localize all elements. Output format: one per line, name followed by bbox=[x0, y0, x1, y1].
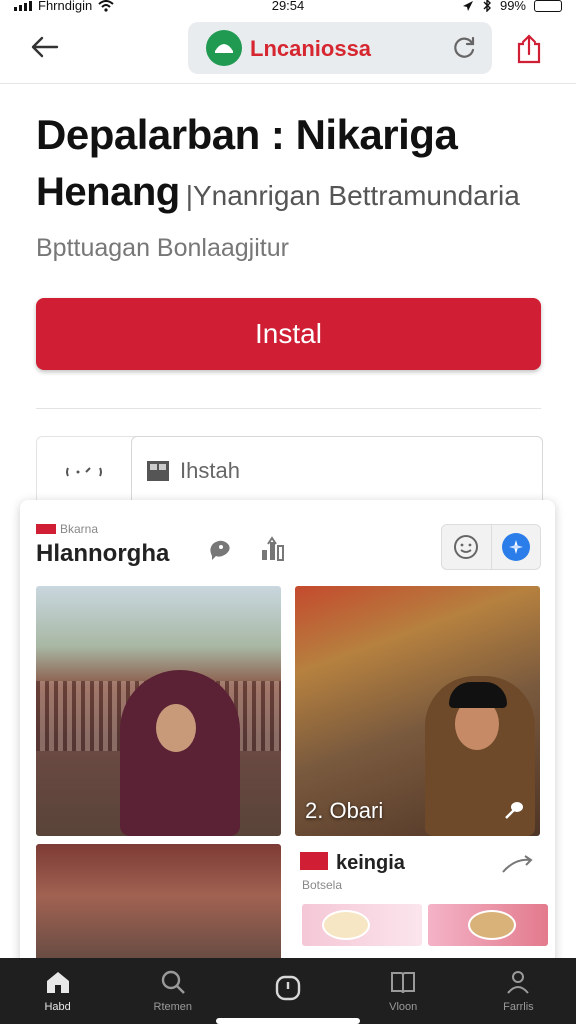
subtitle-side: |Ynanrigan Bettramundaria bbox=[185, 180, 520, 211]
share-icon bbox=[517, 34, 541, 64]
battery-percent: 99% bbox=[499, 0, 526, 13]
card-actions bbox=[206, 534, 288, 564]
photo-tile-market[interactable]: 2. Obari bbox=[295, 586, 540, 836]
address-bar[interactable]: Lncaniossa bbox=[188, 22, 492, 74]
tile-caption: 2. Obari bbox=[305, 798, 384, 823]
flag-icon bbox=[36, 524, 56, 534]
location-icon bbox=[462, 0, 473, 11]
browser-nav-row: Lncaniossa bbox=[0, 14, 576, 84]
person-figure bbox=[120, 670, 240, 836]
subtitle-row: Henang |Ynanrigan Bettramundaria bbox=[36, 170, 520, 215]
sub-card-flag-icon bbox=[300, 852, 328, 870]
comment-icon[interactable] bbox=[206, 534, 236, 564]
compass-icon bbox=[501, 533, 530, 561]
smiley-icon bbox=[454, 535, 479, 559]
card-category: Bkarna bbox=[36, 522, 98, 536]
trend-arrow-icon[interactable] bbox=[501, 854, 533, 876]
sub-card-title: keingia bbox=[336, 852, 405, 874]
tab-search[interactable]: Rtemen bbox=[115, 958, 230, 1024]
tab-profile[interactable]: Farrlis bbox=[461, 958, 576, 1024]
card-category-label: Bkarna bbox=[60, 522, 99, 536]
tab-label: Vloon bbox=[389, 1001, 418, 1013]
emoji-button[interactable] bbox=[442, 525, 491, 569]
tab-book[interactable]: Vloon bbox=[346, 958, 461, 1024]
card-title: Hlannorgha bbox=[36, 540, 170, 567]
battery-icon bbox=[534, 0, 562, 12]
tagline: Bpttuagan Bonlaagjitur bbox=[36, 234, 289, 262]
food-image-2[interactable] bbox=[428, 904, 548, 946]
compass-button[interactable] bbox=[490, 525, 541, 569]
tab-home[interactable]: Habd bbox=[0, 958, 115, 1024]
address-text: Lncaniossa bbox=[250, 36, 372, 61]
tab-clock[interactable] bbox=[230, 958, 345, 1024]
book-icon bbox=[391, 972, 416, 994]
back-button[interactable] bbox=[26, 32, 62, 62]
food-image-1[interactable] bbox=[302, 904, 422, 946]
instant-field[interactable]: Ihstah bbox=[131, 436, 543, 506]
clock-icon bbox=[275, 975, 301, 1001]
instant-field-label: Ihstah bbox=[180, 458, 240, 483]
subtitle-main: Henang bbox=[36, 170, 180, 214]
install-button[interactable]: Instal bbox=[36, 298, 541, 370]
home-icon bbox=[46, 972, 69, 993]
content-card: Bkarna Hlannorgha 2. Obari keingia Botse… bbox=[20, 500, 555, 970]
sub-card-meta: Botsela bbox=[302, 878, 343, 892]
bottom-tab-bar: Habd Rtemen Vloon Farrlis bbox=[0, 958, 576, 1024]
site-logo-icon bbox=[206, 30, 242, 66]
page-title: Depalarban : Nikariga bbox=[36, 111, 458, 158]
card-icon-group bbox=[441, 524, 541, 570]
pin-icon[interactable] bbox=[502, 798, 526, 822]
back-arrow-icon bbox=[31, 36, 59, 58]
home-indicator[interactable] bbox=[216, 1018, 360, 1024]
status-bar: Fhrndigin 29:54 99% bbox=[0, 0, 576, 14]
tab-label: Habd bbox=[44, 1001, 71, 1013]
status-right-group: 99% bbox=[462, 0, 562, 13]
reload-icon bbox=[454, 36, 475, 58]
search-icon bbox=[161, 970, 185, 994]
secondary-row: Ihstah bbox=[36, 436, 543, 507]
share-button[interactable] bbox=[512, 32, 546, 66]
divider bbox=[36, 408, 541, 409]
photo-tile-festival[interactable] bbox=[36, 844, 281, 970]
bluetooth-icon bbox=[483, 0, 491, 12]
scan-button[interactable] bbox=[37, 437, 131, 507]
profile-icon bbox=[507, 971, 530, 994]
photo-tile-crowd[interactable] bbox=[36, 586, 281, 836]
bar-chart-icon[interactable] bbox=[258, 534, 288, 564]
tab-label: Farrlis bbox=[503, 1001, 534, 1013]
tab-label: Rtemen bbox=[153, 1001, 193, 1013]
reload-button[interactable] bbox=[450, 34, 478, 62]
grid-icon bbox=[147, 461, 169, 481]
scan-icon bbox=[66, 467, 102, 477]
